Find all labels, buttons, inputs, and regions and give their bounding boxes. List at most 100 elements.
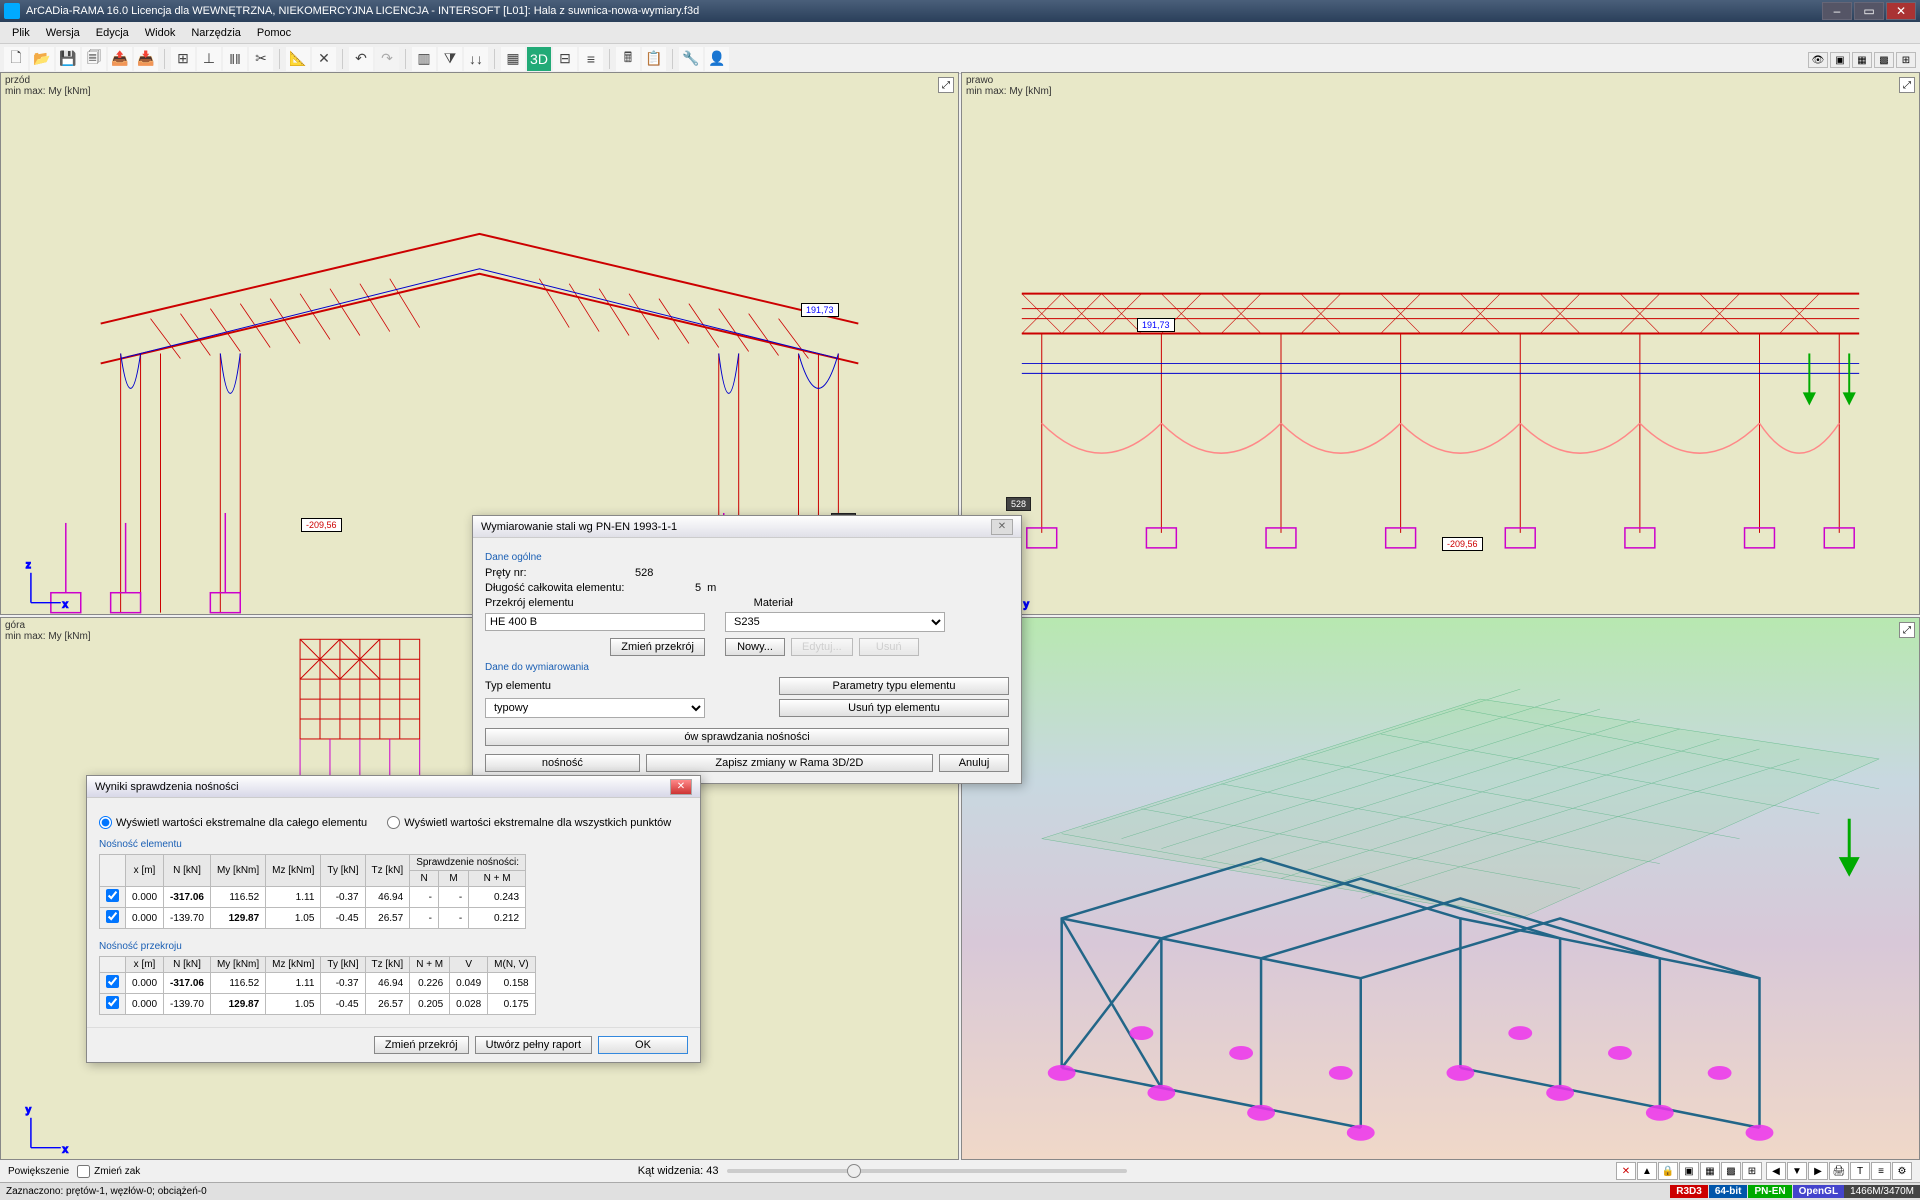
table-icon[interactable]: ▦ [501,47,525,71]
annotation-bar: 528 [1006,497,1031,511]
menu-plik[interactable]: Plik [4,25,38,41]
anuluj-button[interactable]: Anuluj [939,754,1009,772]
row-checkbox[interactable] [106,889,119,902]
radio-wszystkie-punkty[interactable]: Wyświetl wartości ekstremalne dla wszyst… [387,816,671,829]
angle-label: Kąt widzenia: 43 [638,1165,719,1177]
viewport-label: prawo min max: My [kNm] [966,75,1052,97]
nav-grid1-icon[interactable]: ▣ [1679,1162,1699,1180]
menubar: Plik Wersja Edycja Widok Narzędzia Pomoc [0,22,1920,44]
lista-punktow-button[interactable]: ów sprawdzania nośności [485,728,1009,746]
calculator-icon[interactable]: 🖩 [616,47,640,71]
view5-icon[interactable]: ⊞ [1896,52,1916,68]
close-button[interactable]: ✕ [1886,2,1916,20]
cut-icon[interactable]: ✂ [249,47,273,71]
table-nosnosc-elementu: x [m] N [kN] My [kNm] Mz [kNm] Ty [kN] T… [99,854,526,929]
dialog-titlebar[interactable]: Wymiarowanie stali wg PN-EN 1993-1-1 ✕ [473,516,1021,538]
prety-value: 528 [635,567,653,579]
columns-icon[interactable]: ‖‖ [223,47,247,71]
settings-icon[interactable]: 🔧 [679,47,703,71]
usun-typ-button[interactable]: Usuń typ elementu [779,699,1009,717]
minimize-button[interactable]: – [1822,2,1852,20]
nav-text-icon[interactable]: T [1850,1162,1870,1180]
3d-icon[interactable]: 3D [527,47,551,71]
usun-button[interactable]: Usuń [859,638,919,656]
nav-settings-icon[interactable]: ⚙ [1892,1162,1912,1180]
dialog-titlebar[interactable]: Wyniki sprawdzenia nośności ✕ [87,776,700,798]
zapisz-button[interactable]: Zapisz zmiany w Rama 3D/2D [646,754,933,772]
import-icon[interactable]: 📥 [134,47,158,71]
menu-narzedzia[interactable]: Narzędzia [183,25,249,41]
zmien-checkbox[interactable] [77,1165,90,1178]
loads-icon[interactable]: ↓↓ [464,47,488,71]
nav-lock-icon[interactable]: 🔒 [1658,1162,1678,1180]
nav-left-icon[interactable]: ◀ [1766,1162,1786,1180]
view4-icon[interactable]: ▩ [1874,52,1894,68]
menu-pomoc[interactable]: Pomoc [249,25,299,41]
typ-select[interactable]: typowy [485,698,705,718]
viewport-right[interactable]: prawo min max: My [kNm] ⤢ [961,72,1920,615]
dialog-close-button[interactable]: ✕ [991,519,1013,535]
table-row[interactable]: 0.000-139.70129.871.05-0.4526.57--0.212 [100,908,526,929]
nav-up-icon[interactable]: ▲ [1637,1162,1657,1180]
przekroj-input[interactable] [485,613,705,631]
view3-icon[interactable]: ▦ [1852,52,1872,68]
save-icon[interactable]: 💾 [56,47,80,71]
table-row[interactable]: 0.000-139.70129.871.05-0.4526.570.2050.0… [100,994,536,1015]
table-row[interactable]: 0.000-317.06116.521.11-0.3746.940.2260.0… [100,973,536,994]
report-icon[interactable]: 📋 [642,47,666,71]
table-row[interactable]: 0.000-317.06116.521.11-0.3746.94--0.243 [100,887,526,908]
angle-slider[interactable] [727,1169,1127,1173]
nav-down-icon[interactable]: ▼ [1787,1162,1807,1180]
menu-edycja[interactable]: Edycja [88,25,137,41]
export-icon[interactable]: 📤 [108,47,132,71]
menu-wersja[interactable]: Wersja [38,25,88,41]
expand-icon[interactable]: ⤢ [1899,77,1915,93]
open-icon[interactable]: 📂 [30,47,54,71]
param-typu-button[interactable]: Parametry typu elementu [779,677,1009,695]
view1-icon[interactable]: 👁 [1808,52,1828,68]
undo-icon[interactable]: ↶ [349,47,373,71]
axes-icon[interactable]: ⊥ [197,47,221,71]
svg-text:z: z [26,560,31,571]
menu-widok[interactable]: Widok [137,25,184,41]
nav-right-icon[interactable]: ▶ [1808,1162,1828,1180]
row-checkbox[interactable] [106,996,119,1009]
material-select[interactable]: S235 [725,612,945,632]
redo-icon[interactable]: ↷ [375,47,399,71]
nav-grid2-icon[interactable]: ▦ [1700,1162,1720,1180]
nav-layers-icon[interactable]: ≡ [1871,1162,1891,1180]
delete-icon[interactable]: ✕ [312,47,336,71]
nav-print-icon[interactable]: 🖨 [1829,1162,1849,1180]
edytuj-button[interactable]: Edytuj... [791,638,853,656]
maximize-button[interactable]: ▭ [1854,2,1884,20]
expand-icon[interactable]: ⤢ [938,77,954,93]
nav-x-icon[interactable]: ✕ [1616,1162,1636,1180]
utworz-raport-button[interactable]: Utwórz pełny raport [475,1036,592,1054]
saveall-icon[interactable]: 🗐 [82,47,106,71]
user-icon[interactable]: 👤 [705,47,729,71]
check-icon[interactable]: ≡ [579,47,603,71]
zmien-przekroj-button[interactable]: Zmień przekrój [610,638,705,656]
dialog-close-button[interactable]: ✕ [670,779,692,795]
zmien-przekroj-button[interactable]: Zmień przekrój [374,1036,469,1054]
nav-grid4-icon[interactable]: ⊞ [1742,1162,1762,1180]
calc-icon[interactable]: ▥ [412,47,436,71]
view2-icon[interactable]: ▣ [1830,52,1850,68]
expand-icon[interactable]: ⤢ [1899,622,1915,638]
measure-icon[interactable]: 📐 [286,47,310,71]
results-icon[interactable]: ⊟ [553,47,577,71]
row-checkbox[interactable] [106,910,119,923]
row-checkbox[interactable] [106,975,119,988]
grid-icon[interactable]: ⊞ [171,47,195,71]
nosnosc-button[interactable]: nośność [485,754,640,772]
new-icon[interactable]: 🗋 [4,47,28,71]
nav-grid3-icon[interactable]: ▩ [1721,1162,1741,1180]
section-dane-wymiarowania: Dane do wymiarowania [485,662,1009,673]
filter-icon[interactable]: ⧩ [438,47,462,71]
annotation-positive: 191,73 [1137,318,1175,332]
radio-caly-element[interactable]: Wyświetl wartości ekstremalne dla całego… [99,816,367,829]
ok-button[interactable]: OK [598,1036,688,1054]
nowy-button[interactable]: Nowy... [725,638,785,656]
viewport-3d[interactable]: ⤢ [961,617,1920,1160]
section-dane-ogolne: Dane ogólne [485,552,1009,563]
